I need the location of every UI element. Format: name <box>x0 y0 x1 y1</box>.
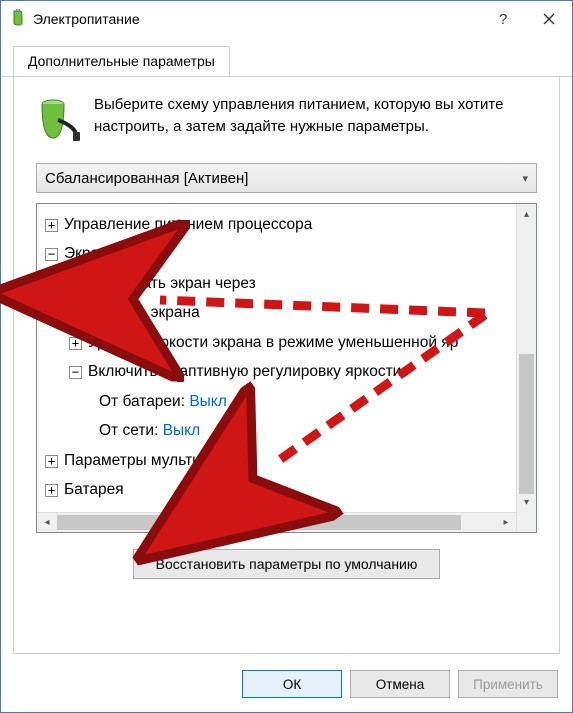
expand-icon[interactable]: + <box>45 219 58 232</box>
scroll-up-icon[interactable]: ▴ <box>517 204 536 224</box>
scroll-thumb-h[interactable] <box>57 515 461 530</box>
node-screen[interactable]: −Экран <box>41 239 516 268</box>
help-button[interactable]: ? <box>480 1 526 36</box>
chevron-down-icon: ▾ <box>522 172 528 185</box>
power-plan-selected: Сбалансированная [Активен] <box>45 170 248 187</box>
tab-content: Выберите схему управления питанием, кото… <box>13 76 560 654</box>
power-plan-combo[interactable]: Сбалансированная [Активен] ▾ <box>36 163 537 193</box>
expand-icon[interactable]: + <box>69 337 82 350</box>
cancel-button[interactable]: Отмена <box>350 670 450 698</box>
battery-icon <box>36 94 80 147</box>
restore-defaults-button[interactable]: Восстановить параметры по умолчанию <box>133 549 441 579</box>
node-cpu[interactable]: +Управление питанием процессора <box>41 210 516 239</box>
vertical-scrollbar[interactable]: ▴ ▾ <box>516 204 536 532</box>
node-battery-group[interactable]: +Батарея <box>41 475 516 504</box>
ok-button[interactable]: ОК <box>242 670 342 698</box>
app-icon <box>9 8 27 29</box>
node-on-battery[interactable]: От батареи: Выкл <box>41 387 516 416</box>
expand-icon[interactable]: + <box>45 455 58 468</box>
intro-text: Выберите схему управления питанием, кото… <box>94 94 537 147</box>
intro-row: Выберите схему управления питанием, кото… <box>36 94 537 147</box>
tabstrip: Дополнительные параметры <box>1 36 572 77</box>
collapse-icon[interactable]: − <box>69 366 82 379</box>
settings-tree[interactable]: +Управление питанием процессора −Экран +… <box>37 204 516 532</box>
tab-advanced[interactable]: Дополнительные параметры <box>13 46 230 76</box>
scroll-right-icon[interactable]: ▸ <box>496 513 516 532</box>
close-button[interactable] <box>526 1 572 36</box>
settings-tree-container: +Управление питанием процессора −Экран +… <box>36 203 537 533</box>
apply-button[interactable]: Применить <box>458 670 558 698</box>
plugged-in-value[interactable]: Выкл <box>163 422 200 439</box>
horizontal-scrollbar[interactable]: ◂ ▸ <box>37 512 516 532</box>
node-multimedia[interactable]: +Параметры мультимедиа <box>41 446 516 475</box>
node-plugged-in[interactable]: От сети: Выкл <box>41 416 516 445</box>
window-title: Электропитание <box>27 11 480 27</box>
power-options-dialog: Электропитание ? Дополнительные параметр… <box>0 0 573 713</box>
expand-icon[interactable]: + <box>45 484 58 497</box>
node-turnoff-screen[interactable]: +Отключать экран через <box>41 269 516 298</box>
scroll-thumb[interactable] <box>519 354 534 494</box>
expand-icon[interactable]: + <box>69 278 82 291</box>
on-battery-value[interactable]: Выкл <box>189 393 226 410</box>
expand-icon[interactable]: + <box>69 307 82 320</box>
node-brightness[interactable]: +Яркость экрана <box>41 298 516 327</box>
collapse-icon[interactable]: − <box>45 248 58 261</box>
node-dim-level[interactable]: +Уровень яркости экрана в режиме уменьше… <box>41 328 516 357</box>
scroll-down-icon[interactable]: ▾ <box>517 492 536 512</box>
dialog-footer: ОК Отмена Применить <box>1 662 572 712</box>
svg-text:?: ? <box>499 11 507 27</box>
scroll-left-icon[interactable]: ◂ <box>37 513 57 532</box>
titlebar: Электропитание ? <box>1 1 572 36</box>
node-adaptive-brightness[interactable]: −Включить адаптивную регулировку яркости <box>41 357 516 386</box>
